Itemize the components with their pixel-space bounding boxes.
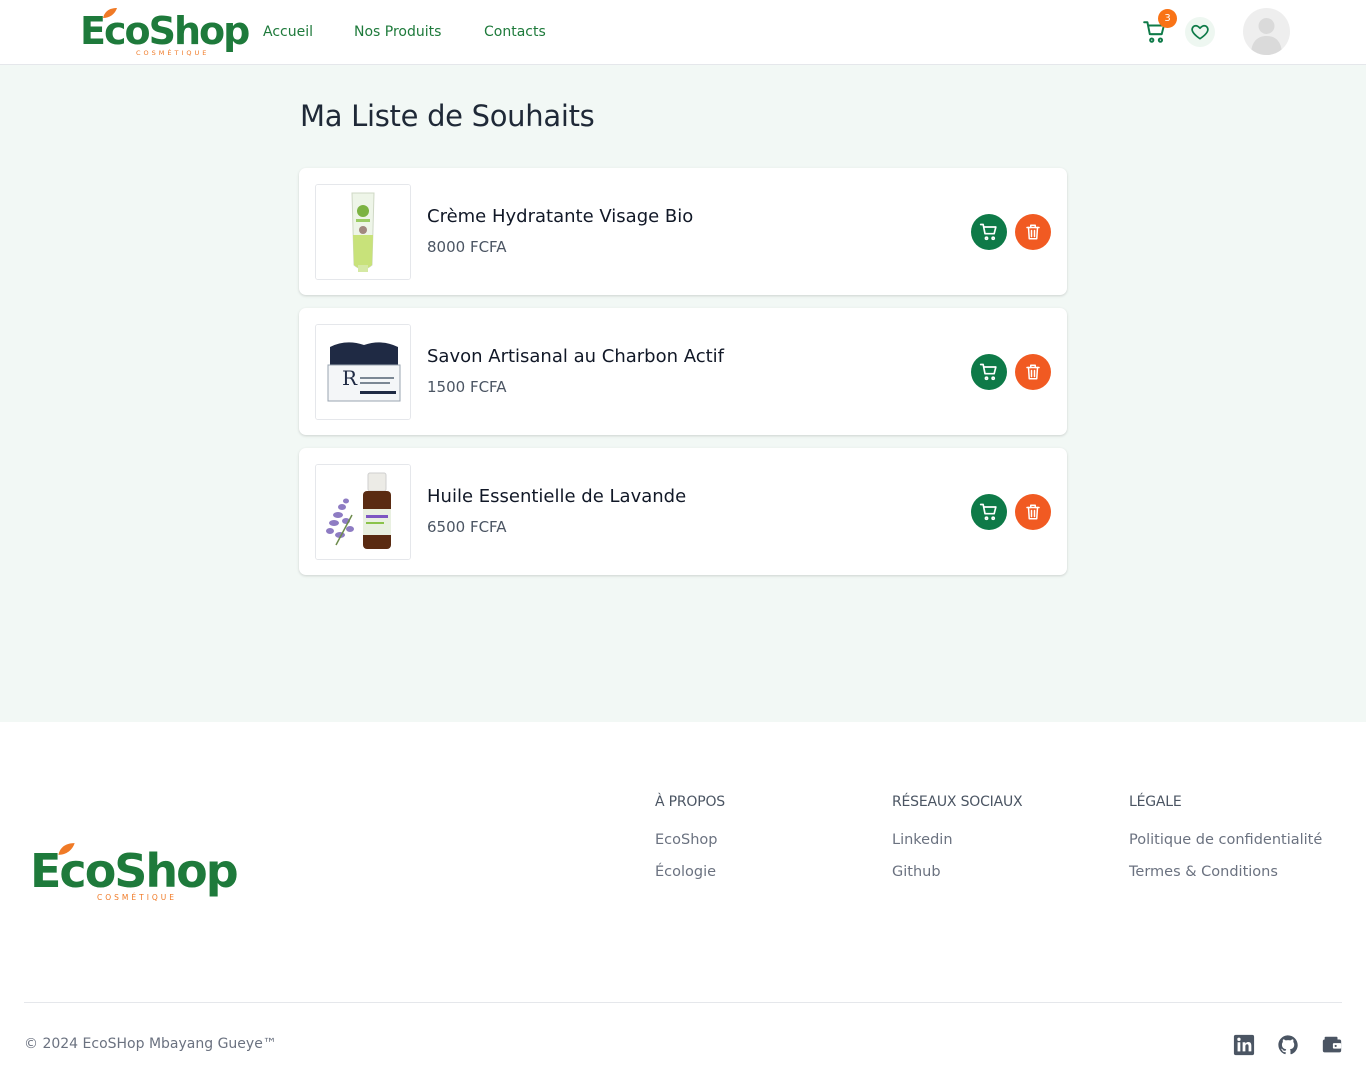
- site-header: EcoShop COSMÉTIQUE Accueil Nos Produits …: [0, 0, 1366, 65]
- nav-contacts-link[interactable]: Contacts: [484, 24, 546, 40]
- leaf-icon: [103, 8, 117, 18]
- footer-heading: À PROPOS: [655, 794, 725, 810]
- remove-from-wishlist-button[interactable]: [1015, 214, 1051, 250]
- page-title: Ma Liste de Souhaits: [300, 99, 595, 133]
- product-image[interactable]: R: [315, 324, 411, 420]
- product-name[interactable]: Crème Hydratante Visage Bio: [427, 206, 693, 227]
- product-name[interactable]: Savon Artisanal au Charbon Actif: [427, 346, 724, 367]
- user-icon: [1251, 18, 1282, 55]
- footer-link-terms[interactable]: Termes & Conditions: [1129, 864, 1322, 880]
- copyright-text: © 2024 EcoSHop Mbayang Gueye™: [24, 1036, 277, 1052]
- cart-icon: [979, 363, 997, 381]
- trash-icon: [1026, 504, 1040, 520]
- trash-icon: [1026, 224, 1040, 240]
- product-price: 1500 FCFA: [427, 378, 507, 396]
- github-icon[interactable]: [1277, 1034, 1299, 1056]
- cart-count-badge: 3: [1158, 9, 1177, 28]
- add-to-cart-button[interactable]: [971, 354, 1007, 390]
- footer-heading: RÉSEAUX SOCIAUX: [892, 794, 1023, 810]
- product-price: 6500 FCFA: [427, 518, 507, 536]
- add-to-cart-button[interactable]: [971, 494, 1007, 530]
- footer-link-github[interactable]: Github: [892, 864, 1022, 880]
- footer-logo[interactable]: EcoShop COSMÉTIQUE: [30, 843, 239, 908]
- header-logo[interactable]: EcoShop COSMÉTIQUE: [80, 8, 250, 58]
- lavender-oil-image: [316, 465, 410, 559]
- logo-tagline: COSMÉTIQUE: [97, 893, 178, 902]
- footer-legal-column: LÉGALE Politique de confidentialité Term…: [1129, 794, 1322, 880]
- footer-link-ecologie[interactable]: Écologie: [655, 864, 725, 880]
- cream-tube-image: [316, 185, 410, 279]
- header-wishlist-button[interactable]: [1185, 17, 1215, 47]
- footer-social-column: RÉSEAUX SOCIAUX Linkedin Github: [892, 794, 1023, 880]
- footer-link-linkedin[interactable]: Linkedin: [892, 832, 1022, 848]
- wishlist-item: Crème Hydratante Visage Bio 8000 FCFA: [299, 168, 1067, 295]
- wishlist-item: Huile Essentielle de Lavande 6500 FCFA: [299, 448, 1067, 575]
- product-price: 8000 FCFA: [427, 238, 507, 256]
- footer-link-privacy[interactable]: Politique de confidentialité: [1129, 832, 1322, 848]
- nav-home-link[interactable]: Accueil: [263, 24, 313, 40]
- site-footer: EcoShop COSMÉTIQUE À PROPOS EcoShop Écol…: [0, 722, 1366, 1079]
- wallet-icon[interactable]: [1321, 1034, 1343, 1056]
- footer-about-column: À PROPOS EcoShop Écologie: [655, 794, 725, 880]
- linkedin-icon[interactable]: [1233, 1034, 1255, 1056]
- remove-from-wishlist-button[interactable]: [1015, 494, 1051, 530]
- heart-icon: [1191, 24, 1209, 40]
- cart-icon: [979, 503, 997, 521]
- logo-tagline: COSMÉTIQUE: [136, 49, 210, 57]
- leaf-icon: [58, 843, 75, 855]
- product-image[interactable]: [315, 184, 411, 280]
- svg-text:R: R: [342, 366, 358, 390]
- remove-from-wishlist-button[interactable]: [1015, 354, 1051, 390]
- nav-products-link[interactable]: Nos Produits: [354, 24, 441, 40]
- footer-divider: [24, 1002, 1342, 1003]
- product-name[interactable]: Huile Essentielle de Lavande: [427, 486, 686, 507]
- user-avatar[interactable]: [1243, 8, 1290, 55]
- product-image[interactable]: [315, 464, 411, 560]
- charcoal-soap-image: R: [316, 325, 410, 419]
- add-to-cart-button[interactable]: [971, 214, 1007, 250]
- footer-heading: LÉGALE: [1129, 794, 1182, 810]
- wishlist-item: R Savon Artisanal au Charbon Actif 1500 …: [299, 308, 1067, 435]
- trash-icon: [1026, 364, 1040, 380]
- wishlist-page: Ma Liste de Souhaits Crème Hydratante Vi…: [0, 65, 1366, 722]
- footer-link-ecoshop[interactable]: EcoShop: [655, 832, 725, 848]
- cart-icon: [979, 223, 997, 241]
